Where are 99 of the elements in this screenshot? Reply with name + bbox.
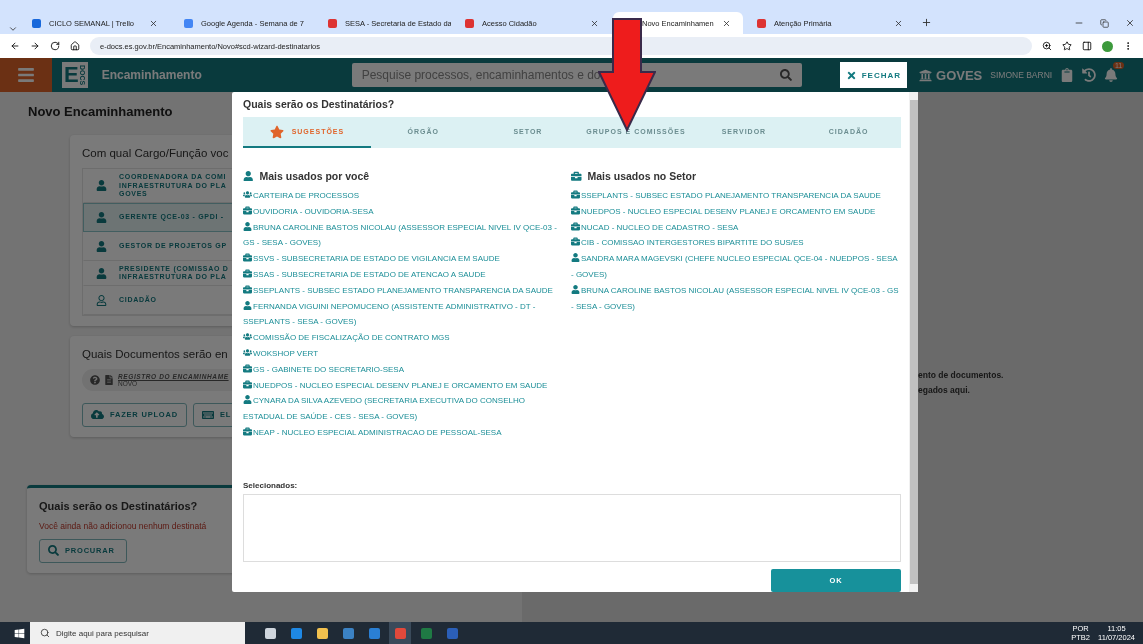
suggestion-link[interactable]: BRUNA CAROLINE BASTOS NICOLAU (ASSESSOR ESPECIAL NIVEL IV QCE-03 - GS - SESA - GOVES) <box>571 282 901 315</box>
app-title: Encaminhamento <box>101 68 203 82</box>
suggestion-link[interactable]: FERNANDA VIGUINI NEPOMUCENO (ASSISTENTE ADMINISTRATIVO - DT - SSEPLANTS - SESA - GOVES) <box>243 298 559 331</box>
forward-icon[interactable] <box>30 41 40 51</box>
suggestion-link[interactable]: OUVIDORIA - OUVIDORIA-SESA <box>243 203 559 220</box>
close-icon[interactable] <box>149 18 158 28</box>
briefcase-icon <box>571 170 582 182</box>
site-icon <box>184 18 193 28</box>
upload-icon <box>91 408 104 421</box>
organization-name: GOVES <box>936 67 983 83</box>
bank-icon <box>919 68 933 82</box>
suggestion-link[interactable]: COMISSÃO DE FISCALIZAÇÃO DE CONTRATO MGS <box>243 330 559 346</box>
search-field[interactable]: Pesquise processos, encaminhamentos e do <box>351 63 802 87</box>
briefcase-icon <box>571 205 580 215</box>
close-icon[interactable] <box>894 18 903 28</box>
suggestion-link[interactable]: CARTEIRA DE PROCESSOS <box>243 188 559 204</box>
person-icon <box>96 267 107 279</box>
briefcase-icon <box>243 253 252 263</box>
briefcase-icon <box>243 379 252 389</box>
site-icon <box>465 18 474 28</box>
person-icon <box>96 180 107 192</box>
people-icon <box>243 332 252 342</box>
help-icon <box>90 374 100 385</box>
organization-label[interactable]: GOVES <box>919 67 983 83</box>
side-panel-icon[interactable] <box>1082 41 1092 51</box>
suggestion-link[interactable]: SSVS - SUBSECRETARIA DE ESTADO DE VIGILANCIA EM SAUDE <box>243 251 559 268</box>
suggestion-link[interactable]: SSEPLANTS - SUBSEC ESTADO PLANEJAMENTO TRANSPARENCIA DA SAUDE <box>571 188 901 204</box>
briefcase-icon <box>571 190 580 200</box>
new-tab-icon[interactable] <box>921 17 932 28</box>
info-text: ento de documentos. <box>918 369 1005 382</box>
close-icon[interactable] <box>1125 18 1135 28</box>
suggestion-link[interactable]: SSEPLANTS - SUBSEC ESTADO PLANEJAMENTO TRANSPARENCIA DA SAUDE <box>243 282 559 299</box>
search-icon <box>48 545 59 556</box>
briefcase-icon <box>243 205 252 215</box>
document-icon <box>104 374 114 385</box>
briefcase-icon <box>243 427 252 436</box>
menu-icon <box>17 66 35 84</box>
close-icon[interactable] <box>722 18 731 28</box>
suggestion-link[interactable]: WOKSHOP VERT <box>243 346 559 362</box>
reload-icon[interactable] <box>50 41 60 51</box>
star-icon <box>269 124 284 139</box>
briefcase-icon <box>243 363 252 373</box>
close-icon[interactable] <box>590 18 599 28</box>
site-icon <box>328 18 337 28</box>
person-icon <box>571 253 580 263</box>
suggestion-link[interactable]: CIB - COMISSAO INTERGESTORES BIPARTITE DO SUS/ES <box>571 235 901 252</box>
back-icon[interactable] <box>10 41 20 51</box>
card-title: Quais Documentos serão en <box>82 347 228 360</box>
person-icon <box>571 284 580 294</box>
suggestion-link[interactable]: SSAS - SUBSECRETARIA DE ESTADO DE ATENCAO A SAUDE <box>243 267 559 283</box>
clipboard-icon[interactable] <box>1060 68 1075 82</box>
people-icon <box>243 190 252 200</box>
close-button[interactable]: FECHAR <box>839 62 908 88</box>
zoom-icon[interactable] <box>1042 41 1052 51</box>
person-icon <box>243 170 254 182</box>
person-icon <box>243 300 252 310</box>
site-icon <box>32 18 41 28</box>
search-icon <box>40 628 50 638</box>
bookmark-icon[interactable] <box>1062 41 1072 51</box>
person-icon <box>243 221 252 231</box>
tab-list-icon[interactable] <box>8 24 18 34</box>
taskbar-search-field[interactable]: Digite aqui para pesquisar <box>30 622 245 644</box>
person-icon <box>96 240 107 252</box>
briefcase-icon <box>571 221 580 231</box>
site-icon <box>757 18 766 28</box>
page-title: Novo Encaminhamento <box>28 104 173 119</box>
people-icon <box>243 348 252 357</box>
suggestion-link[interactable]: NUEDPOS - NUCLEO ESPECIAL DESENV PLANEJ E ORCAMENTO EM SAUDE <box>243 377 559 394</box>
info-text: egados aqui. <box>918 384 971 397</box>
card-title: Quais serão os Destinatários? <box>39 499 198 512</box>
close-icon <box>845 69 857 81</box>
dialog-title: Quais serão os Destinatários? <box>243 98 396 110</box>
suggestion-link[interactable]: BRUNA CAROLINE BASTOS NICOLAU (ASSESSOR ESPECIAL NIVEL IV QCE-03 - GS - SESA - GOVES) <box>243 219 559 252</box>
bell-icon[interactable] <box>1104 68 1119 82</box>
restore-icon[interactable] <box>1100 19 1109 28</box>
briefcase-icon <box>243 284 252 294</box>
scrollbar-thumb[interactable] <box>909 100 918 584</box>
suggestion-link[interactable]: NEAP - NUCLEO ESPECIAL ADMINISTRACAO DE PESSOAL-SESA <box>243 425 559 441</box>
selected-label: Selecionados: <box>243 481 299 491</box>
person-icon <box>243 395 252 405</box>
person-icon <box>96 211 107 223</box>
briefcase-icon <box>243 269 252 279</box>
person-outline-icon <box>96 294 107 306</box>
suggestion-link[interactable]: GS - GABINETE DO SECRETARIO-SESA <box>243 361 559 378</box>
warning-text: Você ainda não adicionou nenhum destinatá <box>39 520 208 531</box>
heading-text: Mais usados por você <box>259 170 370 183</box>
suggestion-link[interactable]: NUCAD - NUCLEO DE CADASTRO - SESA <box>571 219 901 236</box>
home-icon[interactable] <box>70 41 80 51</box>
briefcase-icon <box>571 237 580 247</box>
keyboard-icon <box>201 408 214 421</box>
card-title: Com qual Cargo/Função voc <box>82 147 229 159</box>
suggestion-link[interactable]: CYNARA DA SILVA AZEVEDO (SECRETARIA EXECUTIVA DO CONSELHO ESTADUAL DE SAÚDE - CES - SESA - GOVES) <box>243 393 559 425</box>
profile-avatar[interactable] <box>1102 40 1113 52</box>
search-icon <box>779 69 792 81</box>
suggestion-link[interactable]: NUEDPOS - NUCLEO ESPECIAL DESENV PLANEJ E ORCAMENTO EM SAUDE <box>571 203 901 220</box>
heading-text: Mais usados no Setor <box>587 170 697 183</box>
history-icon[interactable] <box>1082 68 1097 82</box>
user-name[interactable]: SIMONE BARNI <box>990 70 1053 80</box>
suggestion-link[interactable]: SANDRA MARA MAGEVSKI (CHEFE NUCLEO ESPECIAL QCE-04 - NUEDPOS - SESA - GOVES) <box>571 251 901 283</box>
